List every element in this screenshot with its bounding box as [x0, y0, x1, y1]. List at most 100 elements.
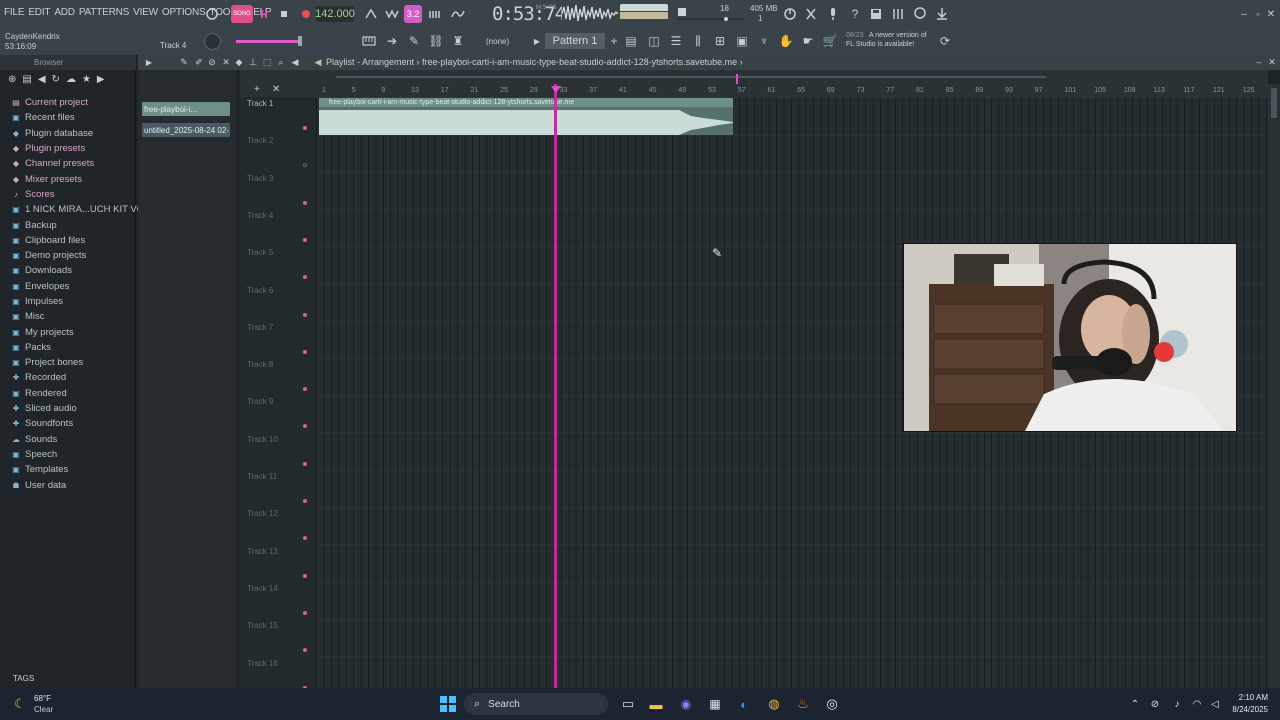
- vertical-scrollbar[interactable]: [1268, 84, 1280, 688]
- mixer-icon[interactable]: [889, 5, 907, 23]
- slider-thumb[interactable]: [298, 36, 302, 46]
- browser-item[interactable]: ▣ Impulses: [11, 294, 157, 309]
- tempo-tapper-icon[interactable]: [781, 5, 799, 23]
- track-mute-dot[interactable]: [303, 461, 307, 466]
- file-explorer-icon[interactable]: ▬: [646, 694, 666, 714]
- plug-icon[interactable]: ♆: [755, 32, 773, 50]
- select-tool-icon[interactable]: ⬚: [261, 56, 273, 68]
- track-label[interactable]: Track 1: [247, 99, 273, 108]
- pattern-selector[interactable]: Pattern 1: [545, 33, 605, 49]
- track-mute-dot[interactable]: [303, 499, 307, 503]
- track-mute-dot[interactable]: [303, 573, 307, 578]
- track-label[interactable]: Track 8: [247, 360, 273, 369]
- add-pattern-icon[interactable]: +: [605, 32, 623, 50]
- mic-tray-icon[interactable]: ♪: [1167, 694, 1187, 714]
- playlist-close-icon[interactable]: ✕: [1266, 56, 1278, 68]
- track-mute-dot[interactable]: [303, 349, 307, 354]
- plugin-picker-icon[interactable]: ▣: [733, 32, 751, 50]
- pause-button[interactable]: [255, 5, 273, 23]
- slice-tool-icon[interactable]: ⊥: [247, 56, 259, 68]
- song-mode-badge[interactable]: SONG: [231, 5, 253, 23]
- v-scroll-thumb[interactable]: [1271, 88, 1277, 118]
- discord-icon[interactable]: ◉: [676, 694, 696, 714]
- mixer-view-icon[interactable]: ⫼: [689, 32, 707, 50]
- playlist-play-icon[interactable]: ◀: [312, 56, 324, 68]
- playlist-minimize-icon[interactable]: –: [1253, 56, 1265, 68]
- mute-tool-icon[interactable]: ✕: [220, 56, 232, 68]
- track-label[interactable]: Track 2: [247, 136, 273, 145]
- collapse-icon[interactable]: ⊕: [8, 74, 16, 90]
- untitled-clip-source[interactable]: untitled_2025-08-24 02-...: [142, 123, 230, 137]
- track-mute-dot[interactable]: [303, 536, 307, 541]
- cut-icon[interactable]: [802, 5, 820, 23]
- browser-item[interactable]: ▣ My projects: [11, 324, 157, 339]
- fl-studio-icon[interactable]: ♨: [793, 694, 813, 714]
- menu-options[interactable]: OPTIONS: [162, 7, 206, 18]
- browser-item[interactable]: ◆ Channel presets: [11, 156, 157, 171]
- chrome-icon[interactable]: ◍: [764, 694, 784, 714]
- draw-tool-icon[interactable]: ✎: [178, 56, 190, 68]
- taskbar-search[interactable]: ⌕ Search: [464, 693, 608, 715]
- browser-item[interactable]: ✚ Soundfonts: [11, 416, 157, 431]
- help-icon[interactable]: ?: [846, 5, 864, 23]
- record-button[interactable]: [297, 5, 315, 23]
- browser-item[interactable]: ▤ Current project: [11, 95, 157, 110]
- track-mute-dot[interactable]: [303, 237, 307, 242]
- browser-view-icon[interactable]: ⊞: [711, 32, 729, 50]
- app-icon[interactable]: ◎: [822, 694, 842, 714]
- playlist-icon[interactable]: ▤: [622, 32, 640, 50]
- tray-chevron-icon[interactable]: ⌃: [1125, 694, 1145, 714]
- playback-tool-icon[interactable]: ◀: [289, 56, 301, 68]
- weather-description[interactable]: Clear: [34, 705, 53, 714]
- browser-item[interactable]: ▣ Demo projects: [11, 248, 157, 263]
- microphone-icon[interactable]: [824, 5, 842, 23]
- scroll-thumb[interactable]: [336, 76, 1046, 78]
- track-label[interactable]: Track 10: [247, 435, 278, 444]
- pattern-arrow-icon[interactable]: ▶: [528, 32, 546, 50]
- piano-icon[interactable]: [360, 32, 378, 50]
- cloud-icon[interactable]: ☁: [66, 74, 76, 90]
- cart-icon[interactable]: 🛒: [821, 32, 839, 50]
- track-label[interactable]: Track 16: [247, 659, 278, 668]
- browser-item[interactable]: ◆ Mixer presets: [11, 171, 157, 186]
- song-position-bar[interactable]: [676, 6, 746, 22]
- track-mute-dot[interactable]: [303, 126, 307, 130]
- pencil-icon[interactable]: ✎: [405, 32, 423, 50]
- menu-view[interactable]: VIEW: [133, 7, 158, 18]
- browser-item[interactable]: ✚ Recorded: [11, 370, 157, 385]
- browser-item[interactable]: ▣ Envelopes: [11, 279, 157, 294]
- track-mute-dot[interactable]: [303, 163, 307, 168]
- edge-icon[interactable]: ◐: [734, 694, 754, 714]
- tempo-display[interactable]: 142.000: [315, 6, 355, 22]
- stamp-icon[interactable]: ♜: [449, 32, 467, 50]
- browser-item[interactable]: ♪ Scores: [11, 187, 157, 202]
- save-icon[interactable]: [867, 5, 885, 23]
- loop-record-icon[interactable]: [203, 5, 221, 23]
- playhead[interactable]: [554, 84, 557, 688]
- track-mute-dot[interactable]: [303, 387, 307, 392]
- store-icon[interactable]: ▦: [705, 694, 725, 714]
- arrow-right-icon[interactable]: ➔: [383, 32, 401, 50]
- track-label[interactable]: Track 7: [247, 323, 273, 332]
- menu-file[interactable]: FILE: [4, 7, 25, 18]
- step-edit-icon[interactable]: [426, 5, 444, 23]
- news-line-2[interactable]: FL Studio is available!: [846, 41, 914, 48]
- menu-edit[interactable]: EDIT: [28, 7, 50, 18]
- star-icon[interactable]: ★: [82, 74, 91, 90]
- delete-tool-icon[interactable]: ⊘: [206, 56, 218, 68]
- track-mute-dot[interactable]: [303, 275, 307, 280]
- blend-notes-icon[interactable]: [449, 5, 467, 23]
- track-label[interactable]: Track 12: [247, 509, 278, 518]
- hand-icon[interactable]: ☛: [799, 32, 817, 50]
- zoom-tool-icon[interactable]: ⌕: [275, 56, 287, 68]
- wait-for-input-icon[interactable]: [383, 5, 401, 23]
- song-end-marker[interactable]: [736, 74, 738, 84]
- browser-item[interactable]: ✚ Sliced audio: [11, 401, 157, 416]
- weather-icon[interactable]: ☾: [10, 694, 30, 714]
- track-mute-dot[interactable]: [303, 200, 307, 205]
- browser-item[interactable]: ☁ Sounds: [11, 432, 157, 447]
- track-mute-dot[interactable]: [303, 648, 307, 653]
- update-icon[interactable]: ⟳: [936, 32, 954, 50]
- browser-item[interactable]: ▣ Templates: [11, 462, 157, 477]
- browser-item[interactable]: ☗ User data: [11, 477, 157, 492]
